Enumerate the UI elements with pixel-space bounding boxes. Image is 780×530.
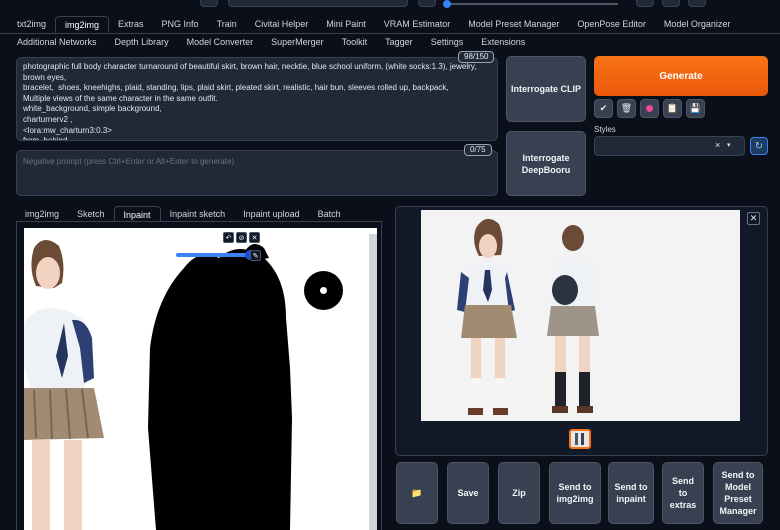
main-tabs-row2: Additional Networks Depth Library Model … <box>8 34 534 51</box>
tab-extensions[interactable]: Extensions <box>472 34 534 51</box>
tab-txt2img[interactable]: txt2img <box>8 16 55 33</box>
styles-clear-icon[interactable]: × <box>715 140 720 150</box>
send-to-img2img-button[interactable]: Send to img2img <box>549 462 601 524</box>
tab-openpose-editor[interactable]: OpenPose Editor <box>568 16 655 33</box>
brush-cursor-center <box>320 287 327 294</box>
tab-png-info[interactable]: PNG Info <box>153 16 208 33</box>
chevron-down-icon[interactable]: ▾ <box>727 141 731 149</box>
brush-size-slider[interactable] <box>176 253 248 257</box>
gallery-close-icon[interactable]: ✕ <box>747 212 760 225</box>
tab-settings[interactable]: Settings <box>422 34 473 51</box>
tab-toolkit[interactable]: Toolkit <box>333 34 377 51</box>
trash-icon[interactable]: 🗑 <box>617 99 636 118</box>
subtab-sketch[interactable]: Sketch <box>68 206 114 222</box>
brush-icon[interactable]: ✎ <box>250 250 261 261</box>
save-icon[interactable]: 💾 <box>686 99 705 118</box>
zip-button[interactable]: Zip <box>498 462 540 524</box>
clipboard-icon[interactable]: 📋 <box>663 99 682 118</box>
send-to-model-preset-manager-button[interactable]: Send to Model Preset Manager <box>713 462 763 524</box>
main-tabs: txt2img img2img Extras PNG Info Train Ci… <box>8 16 739 33</box>
check-icon[interactable]: ✔ <box>594 99 613 118</box>
tab-img2img[interactable]: img2img <box>55 16 110 33</box>
send-to-extras-button[interactable]: Send to extras <box>662 462 704 524</box>
top-right-button-1[interactable] <box>636 0 654 7</box>
tab-depth-library[interactable]: Depth Library <box>106 34 178 51</box>
vae-dropdown[interactable] <box>228 0 408 7</box>
prompt-textarea[interactable]: photographic full body character turnaro… <box>16 57 498 141</box>
styles-label: Styles <box>594 125 616 134</box>
tab-tagger[interactable]: Tagger <box>376 34 422 51</box>
undo-icon[interactable]: ↶ <box>223 232 234 243</box>
clip-skip-slider-track[interactable] <box>448 3 618 5</box>
negative-token-counter: 0/75 <box>464 144 492 156</box>
prompt-token-counter: 98/150 <box>458 51 495 63</box>
top-controls-strip <box>0 0 780 8</box>
img2img-subtabs: img2img Sketch Inpaint Inpaint sketch In… <box>16 206 350 222</box>
tab-mini-paint[interactable]: Mini Paint <box>317 16 375 33</box>
tab-vram-estimator[interactable]: VRAM Estimator <box>375 16 460 33</box>
subtab-batch[interactable]: Batch <box>309 206 350 222</box>
interrogate-clip-button[interactable]: Interrogate CLIP <box>506 56 586 122</box>
interrogate-deepbooru-button[interactable]: Interrogate DeepBooru <box>506 131 586 196</box>
subtab-inpaint-upload[interactable]: Inpaint upload <box>234 206 309 222</box>
style-dot-icon[interactable] <box>640 99 659 118</box>
thumbnail-image <box>575 433 584 445</box>
canvas-scrollbar[interactable] <box>369 234 377 530</box>
clear-icon[interactable]: ⊘ <box>236 232 247 243</box>
send-to-inpaint-button[interactable]: Send to inpaint <box>608 462 654 524</box>
tab-additional-networks[interactable]: Additional Networks <box>8 34 106 51</box>
tab-civitai-helper[interactable]: Civitai Helper <box>246 16 318 33</box>
subtab-inpaint[interactable]: Inpaint <box>113 206 161 222</box>
tab-model-converter[interactable]: Model Converter <box>178 34 263 51</box>
clip-skip-slider-handle[interactable] <box>443 0 451 8</box>
tab-model-preset-manager[interactable]: Model Preset Manager <box>459 16 568 33</box>
folder-icon: 📁 <box>411 488 423 498</box>
open-folder-button[interactable]: 📁 <box>396 462 438 524</box>
negative-prompt-textarea[interactable]: Negative prompt (press Ctrl+Enter or Alt… <box>16 150 498 196</box>
output-image-render <box>457 218 599 415</box>
checkpoint-refresh-button[interactable] <box>200 0 218 7</box>
tab-supermerger[interactable]: SuperMerger <box>262 34 333 51</box>
vae-refresh-button[interactable] <box>418 0 436 7</box>
canvas-toolbar: ↶ ⊘ ✕ <box>223 232 260 243</box>
tab-extras[interactable]: Extras <box>109 16 153 33</box>
subtab-inpaint-sketch[interactable]: Inpaint sketch <box>161 206 235 222</box>
save-button[interactable]: Save <box>447 462 489 524</box>
tab-model-organizer[interactable]: Model Organizer <box>655 16 740 33</box>
styles-refresh-button[interactable]: ↻ <box>750 137 768 155</box>
gallery-thumbnail[interactable] <box>569 429 591 449</box>
generate-button[interactable]: Generate <box>594 56 768 96</box>
top-right-button-2[interactable] <box>662 0 680 7</box>
output-image[interactable] <box>421 210 740 421</box>
styles-dropdown[interactable] <box>594 136 745 156</box>
top-right-button-3[interactable] <box>688 0 706 7</box>
close-icon[interactable]: ✕ <box>249 232 260 243</box>
subtab-img2img[interactable]: img2img <box>16 206 68 222</box>
tab-train[interactable]: Train <box>208 16 246 33</box>
